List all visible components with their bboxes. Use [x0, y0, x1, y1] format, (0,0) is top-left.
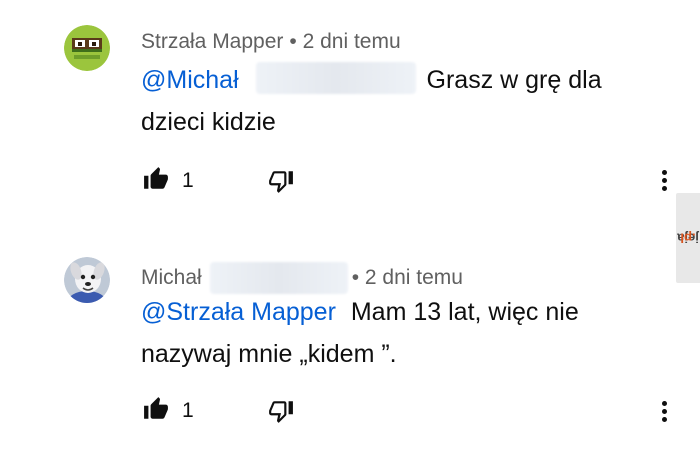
redacted-name: [209, 262, 348, 294]
comment-body-line2: dzieci kidzie: [141, 108, 276, 136]
cartoon-dog-avatar-icon: [64, 257, 110, 303]
thumbs-down-outline-icon[interactable]: [268, 398, 294, 424]
comment-actions: 1: [143, 396, 663, 426]
comment-body: Grasz w grę dla: [426, 66, 602, 94]
thumbs-up-filled-icon[interactable]: [143, 166, 169, 192]
thumbs-up-filled-icon[interactable]: [143, 396, 169, 422]
comment: Strzała Mapper • 2 dni temu @Michał Gras…: [0, 0, 700, 230]
author-name[interactable]: Strzała Mapper: [141, 30, 283, 54]
comment-time: • 2 dni temu: [289, 30, 401, 53]
comment: Michał • 2 dni temu @Strzała Mapper Mam …: [0, 232, 700, 457]
like-count: 1: [182, 169, 194, 192]
mention-link[interactable]: @Michał: [141, 66, 239, 94]
more-vertical-icon[interactable]: [653, 165, 677, 195]
avatar[interactable]: [64, 257, 110, 303]
comment-actions: 1: [143, 166, 663, 196]
thumbs-down-outline-icon[interactable]: [268, 168, 294, 194]
comment-meta: Michał • 2 dni temu: [141, 262, 463, 294]
comment-meta: Strzała Mapper • 2 dni temu: [141, 30, 401, 54]
comment-text: @Strzała Mapper Mam 13 lat, więc nie naz…: [141, 291, 661, 375]
author-name[interactable]: Michał: [141, 266, 202, 290]
mention-link[interactable]: @Strzała Mapper: [141, 298, 336, 326]
green-pixel-face-avatar-icon: [64, 25, 110, 71]
comment-time: • 2 dni temu: [351, 266, 463, 289]
more-vertical-icon[interactable]: [653, 396, 677, 426]
redacted-name: [255, 62, 416, 94]
comment-text: @Michał Grasz w grę dla dzieci kidzie: [141, 59, 661, 143]
comment-body-line2: nazywaj mnie „kidem ”.: [141, 340, 397, 368]
like-count: 1: [182, 399, 194, 422]
comment-body: Mam 13 lat, więc nie: [350, 298, 579, 326]
avatar[interactable]: [64, 25, 110, 71]
